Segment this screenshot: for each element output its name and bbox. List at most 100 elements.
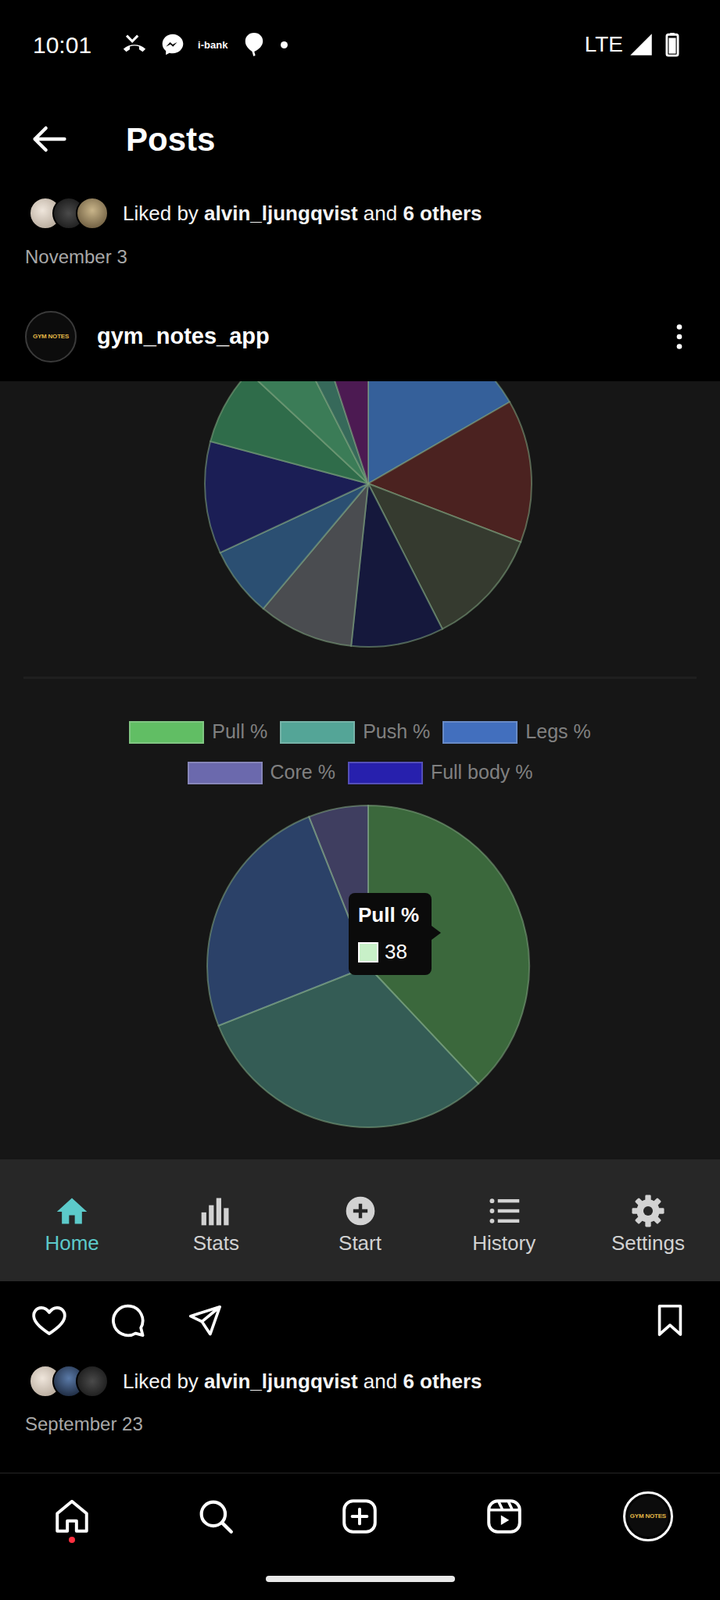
legend-item[interactable]: Push %: [279, 720, 430, 745]
divider: [23, 677, 697, 680]
likes-count[interactable]: 6 others: [402, 1370, 482, 1394]
app-nav-item[interactable]: Start: [287, 1160, 432, 1283]
post-header: GYM NOTES gym_notes_app: [0, 292, 720, 382]
more-notifications-dot: [280, 41, 288, 49]
app-bar: Posts: [0, 89, 720, 190]
legend-item[interactable]: Pull %: [128, 720, 268, 745]
account-avatar[interactable]: GYM NOTES: [25, 311, 77, 363]
more-options-icon[interactable]: [663, 321, 695, 353]
status-right: LTE: [584, 28, 686, 61]
likes-count[interactable]: 6 others: [402, 201, 482, 226]
tooltip-label: Pull %: [358, 900, 423, 932]
post-username[interactable]: gym_notes_app: [96, 319, 664, 355]
page-title: Posts: [125, 114, 215, 165]
likes-middle: and: [358, 201, 404, 226]
post-date: November 3: [0, 237, 720, 277]
top-chart-area: [0, 381, 720, 663]
balloon-icon: [240, 30, 269, 59]
status-bar: 10:01i-bankLTE: [0, 0, 720, 90]
liker-avatar[interactable]: [75, 1365, 109, 1399]
bottom-nav-item[interactable]: [190, 1492, 241, 1543]
spacer: [0, 1146, 720, 1161]
likes-summary: Liked by alvin_ljungqvist and 6 others: [0, 1360, 720, 1405]
likes-middle: and: [358, 1370, 404, 1394]
reels-icon: [484, 1497, 524, 1537]
likes-prefix: Liked by: [122, 1370, 205, 1394]
missed-call-icon: [121, 31, 148, 58]
likes-text: Liked by alvin_ljungqvist and 6 others: [122, 198, 483, 230]
app-nav-label: Stats: [193, 1232, 240, 1256]
spacer: [0, 276, 720, 293]
liker-avatar[interactable]: [75, 197, 109, 230]
bottom-nav-item[interactable]: [334, 1492, 385, 1543]
bottom-nav-item[interactable]: GYM NOTES: [623, 1492, 674, 1543]
legend-label: Pull %: [211, 717, 268, 748]
tooltip-row: 38: [358, 937, 423, 968]
create-icon: [340, 1497, 380, 1537]
notification-dot: [68, 1537, 76, 1544]
list-icon: [487, 1194, 522, 1229]
signal-icon: [629, 32, 653, 57]
house-icon: [54, 1194, 90, 1229]
legend-label: Core %: [270, 758, 336, 789]
app-nav-item[interactable]: Home: [0, 1160, 144, 1283]
top-pie-chart: [0, 381, 720, 663]
gear-icon: [630, 1194, 666, 1229]
network-type: LTE: [584, 28, 624, 61]
profile-avatar: GYM NOTES: [623, 1492, 674, 1543]
comment-icon[interactable]: [108, 1302, 147, 1340]
likes-summary: Liked by alvin_ljungqvist and 6 others: [0, 189, 720, 238]
bar-chart-icon: [198, 1194, 233, 1229]
legend-item[interactable]: Legs %: [442, 720, 591, 745]
date-text: November 3: [25, 243, 128, 272]
logo-text: GYM NOTES: [630, 1512, 667, 1523]
bottom-nav-item[interactable]: [479, 1492, 530, 1543]
divider-area: [0, 662, 720, 693]
plus-circle-icon: [343, 1194, 378, 1229]
legend-swatch: [347, 762, 423, 785]
app-nav-item[interactable]: Stats: [143, 1160, 288, 1283]
app-nav-label: Settings: [611, 1232, 685, 1256]
date-text: September 23: [25, 1411, 144, 1440]
liker-avatars: [28, 197, 109, 230]
legend-item[interactable]: Full body %: [347, 761, 534, 785]
app-nav-label: History: [472, 1232, 536, 1256]
tooltip-swatch: [358, 942, 379, 964]
post-actions: [0, 1282, 720, 1361]
liker-username[interactable]: alvin_ljungqvist: [204, 1370, 359, 1394]
liker-avatars: [28, 1365, 109, 1399]
legend-label: Legs %: [525, 717, 591, 748]
bottom-nav-row: GYM NOTES: [0, 1474, 720, 1561]
bookmark-icon[interactable]: [651, 1303, 688, 1340]
pie-slice[interactable]: [317, 381, 369, 484]
send-icon[interactable]: [186, 1303, 223, 1340]
legend-swatch: [128, 721, 205, 745]
pie-chart-area: Pull % 38: [0, 802, 720, 1147]
profile-avatar-inner: GYM NOTES: [627, 1497, 669, 1538]
app-nav-label: Home: [44, 1232, 99, 1256]
logo-text: GYM NOTES: [32, 332, 69, 342]
bank-app-label: i-bank: [197, 39, 228, 51]
legend-label: Full body %: [430, 758, 534, 789]
legend-area: Pull % Push % Legs % Core % Full body %: [0, 692, 720, 803]
home-icon: [52, 1497, 92, 1537]
legend-swatch: [442, 721, 518, 745]
legend-item[interactable]: Core %: [187, 761, 336, 785]
messenger-icon: [160, 32, 186, 58]
app-nav-item[interactable]: History: [432, 1160, 577, 1283]
home-indicator: [265, 1576, 455, 1584]
action-group: [30, 1302, 223, 1340]
likes-prefix: Liked by: [122, 201, 205, 226]
liker-username[interactable]: alvin_ljungqvist: [204, 201, 359, 226]
app-bottom-nav: Home Stats Start History Settings: [0, 1160, 720, 1283]
post-image: Pull %Push %Legs %Core %Full body %Pull …: [0, 381, 720, 1283]
battery-icon: [659, 31, 686, 58]
app-nav-item[interactable]: Settings: [576, 1160, 720, 1283]
spacer: [0, 1446, 720, 1474]
heart-icon[interactable]: [30, 1302, 69, 1340]
chart-tooltip: Pull % 38: [348, 893, 432, 976]
back-arrow-icon[interactable]: [28, 118, 70, 160]
bottom-nav: GYM NOTES: [0, 1473, 720, 1600]
legend-swatch: [279, 721, 355, 745]
bottom-nav-item[interactable]: [46, 1492, 97, 1543]
